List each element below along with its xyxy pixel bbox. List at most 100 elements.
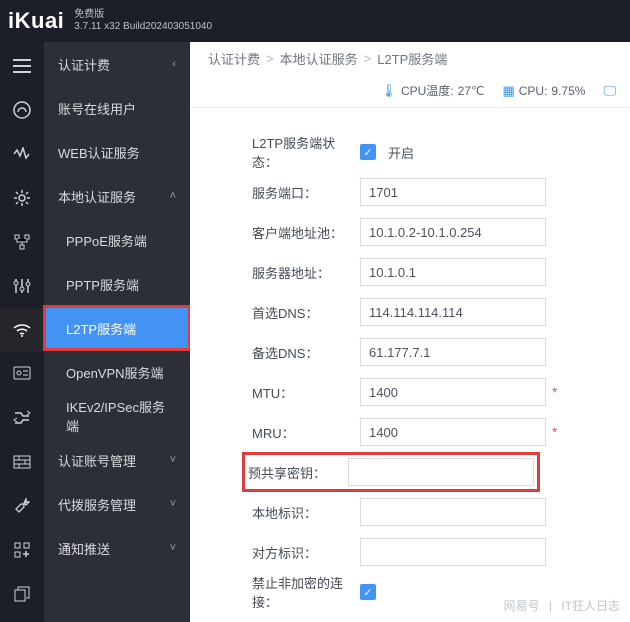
sidebar-item-label: 认证计费 — [58, 55, 110, 74]
monitor-icon[interactable] — [0, 132, 44, 176]
settings-icon[interactable] — [0, 176, 44, 220]
form-field — [360, 498, 630, 526]
tuning-icon[interactable] — [0, 264, 44, 308]
form-row-4: 首选DNS： — [190, 292, 630, 332]
form-row-0: L2TP服务端状态：✓ 开启 — [190, 132, 630, 172]
form-label: 备选DNS： — [190, 343, 360, 362]
form-row-8: 预共享密钥： — [190, 452, 630, 492]
cpu-temp-chip: 🌡 CPU温度: 27℃ — [380, 82, 484, 99]
network-icon[interactable] — [0, 220, 44, 264]
settings-form: L2TP服务端状态：✓开启服务端口：客户端地址池：服务器地址：首选DNS：备选D… — [190, 108, 630, 612]
thermometer-icon: 🌡 — [380, 83, 397, 99]
crumb-sep: > — [364, 51, 372, 66]
chevron-icon: ˅ — [170, 454, 176, 466]
sidebar-item-6[interactable]: L2TP服务端 — [44, 306, 190, 350]
text-input[interactable] — [360, 338, 546, 366]
sidebar-item-label: WEB认证服务 — [58, 143, 140, 162]
text-input[interactable] — [360, 418, 546, 446]
form-field — [360, 298, 630, 326]
text-input[interactable] — [360, 538, 546, 566]
wrench-icon[interactable] — [0, 484, 44, 528]
menu-icon[interactable] — [0, 44, 44, 88]
sidebar-item-9[interactable]: 认证账号管理 ˅ — [44, 438, 190, 482]
form-row-5: 备选DNS： — [190, 332, 630, 372]
apps-icon[interactable] — [0, 528, 44, 572]
route-icon[interactable] — [0, 396, 44, 440]
sidebar-item-4[interactable]: PPPoE服务端 — [44, 218, 190, 262]
edition-label: 免费版 — [74, 9, 212, 21]
required-marker: * — [552, 384, 557, 400]
watermark: 网易号 | IT狂人日志 — [504, 597, 621, 614]
text-input[interactable] — [360, 498, 546, 526]
chevron-icon: ‹ — [172, 58, 176, 70]
sidebar-item-label: L2TP服务端 — [66, 319, 136, 338]
form-row-9: 本地标识： — [190, 492, 630, 532]
firewall-icon[interactable] — [0, 440, 44, 484]
form-label: 预共享密钥： — [248, 463, 348, 482]
crumb-2[interactable]: 本地认证服务 — [280, 49, 358, 68]
content-area: 认证计费 > 本地认证服务 > L2TP服务端 🌡 CPU温度: 27℃ ▦ C… — [190, 42, 630, 622]
breadcrumb: 认证计费 > 本地认证服务 > L2TP服务端 — [190, 42, 630, 74]
text-input[interactable] — [348, 458, 534, 486]
checkbox[interactable]: ✓ — [360, 584, 376, 600]
checkbox-label: 开启 — [388, 143, 414, 162]
sidebar-item-2[interactable]: WEB认证服务 — [44, 130, 190, 174]
watermark-sep: | — [549, 599, 552, 613]
sidebar-item-label: 通知推送 — [58, 539, 110, 558]
crumb-1[interactable]: 认证计费 — [208, 49, 260, 68]
crumb-sep: > — [266, 51, 274, 66]
text-input[interactable] — [360, 298, 546, 326]
form-row-7: MRU：* — [190, 412, 630, 452]
watermark-a: 网易号 — [504, 599, 540, 613]
text-input[interactable] — [360, 218, 546, 246]
checkbox[interactable]: ✓ — [360, 144, 376, 160]
form-field — [360, 218, 630, 246]
icon-rail — [0, 42, 44, 622]
form-field: ✓ 开启 — [360, 143, 630, 162]
sidebar-item-10[interactable]: 代拨服务管理˅ — [44, 482, 190, 526]
sidebar-item-8[interactable]: IKEv2/IPSec服务端 — [44, 394, 190, 438]
sidebar-item-label: 认证账号管理 — [58, 451, 136, 470]
sidebar-item-1[interactable]: 账号在线用户 — [44, 86, 190, 130]
chevron-icon: ˄ — [170, 190, 176, 202]
text-input[interactable] — [360, 178, 546, 206]
form-label: MTU： — [190, 383, 360, 402]
auth-icon[interactable] — [0, 352, 44, 396]
highlight-box: 预共享密钥： — [244, 454, 538, 490]
form-label: 服务端口： — [190, 183, 360, 202]
version-block: 免费版 3.7.11 x32 Build202403051040 — [74, 9, 212, 33]
app-header: iKuai 免费版 3.7.11 x32 Build202403051040 — [0, 0, 630, 42]
text-input[interactable] — [360, 258, 546, 286]
version-label: 3.7.11 x32 Build202403051040 — [74, 21, 212, 33]
form-field — [360, 258, 630, 286]
form-row-2: 客户端地址池： — [190, 212, 630, 252]
form-row-10: 对方标识： — [190, 532, 630, 572]
more-stats-icon[interactable]: 🖵 — [603, 83, 616, 99]
monitor-icon: 🖵 — [603, 83, 616, 99]
watermark-b: IT狂人日志 — [561, 599, 620, 613]
dashboard-icon[interactable] — [0, 88, 44, 132]
sidebar-item-5[interactable]: PPTP服务端 — [44, 262, 190, 306]
form-label: 本地标识： — [190, 503, 360, 522]
logo: iKuai — [8, 8, 64, 34]
form-row-1: 服务端口： — [190, 172, 630, 212]
sidebar-item-11[interactable]: 通知推送˅ — [44, 526, 190, 570]
sidebar-item-label: 本地认证服务 — [58, 187, 136, 206]
form-label: 客户端地址池： — [190, 223, 360, 242]
copy-icon[interactable] — [0, 572, 44, 616]
sidebar-item-label: IKEv2/IPSec服务端 — [66, 397, 176, 435]
cpu-value: 9.75% — [551, 84, 585, 98]
cpu-usage-chip: ▦ CPU: 9.75% — [502, 83, 585, 99]
text-input[interactable] — [360, 378, 546, 406]
form-field: * — [360, 378, 630, 406]
crumb-3[interactable]: L2TP服务端 — [377, 49, 447, 68]
sidebar-item-0[interactable]: 认证计费 ‹ — [44, 42, 190, 86]
form-field: * — [360, 418, 630, 446]
wifi-icon[interactable] — [0, 308, 44, 352]
sidebar-item-7[interactable]: OpenVPN服务端 — [44, 350, 190, 394]
sidebar-item-3[interactable]: 本地认证服务 ˄ — [44, 174, 190, 218]
temp-value: 27℃ — [458, 84, 485, 98]
form-label: 对方标识： — [190, 543, 360, 562]
sidebar-item-label: PPPoE服务端 — [66, 231, 147, 250]
form-label: L2TP服务端状态： — [190, 133, 360, 171]
